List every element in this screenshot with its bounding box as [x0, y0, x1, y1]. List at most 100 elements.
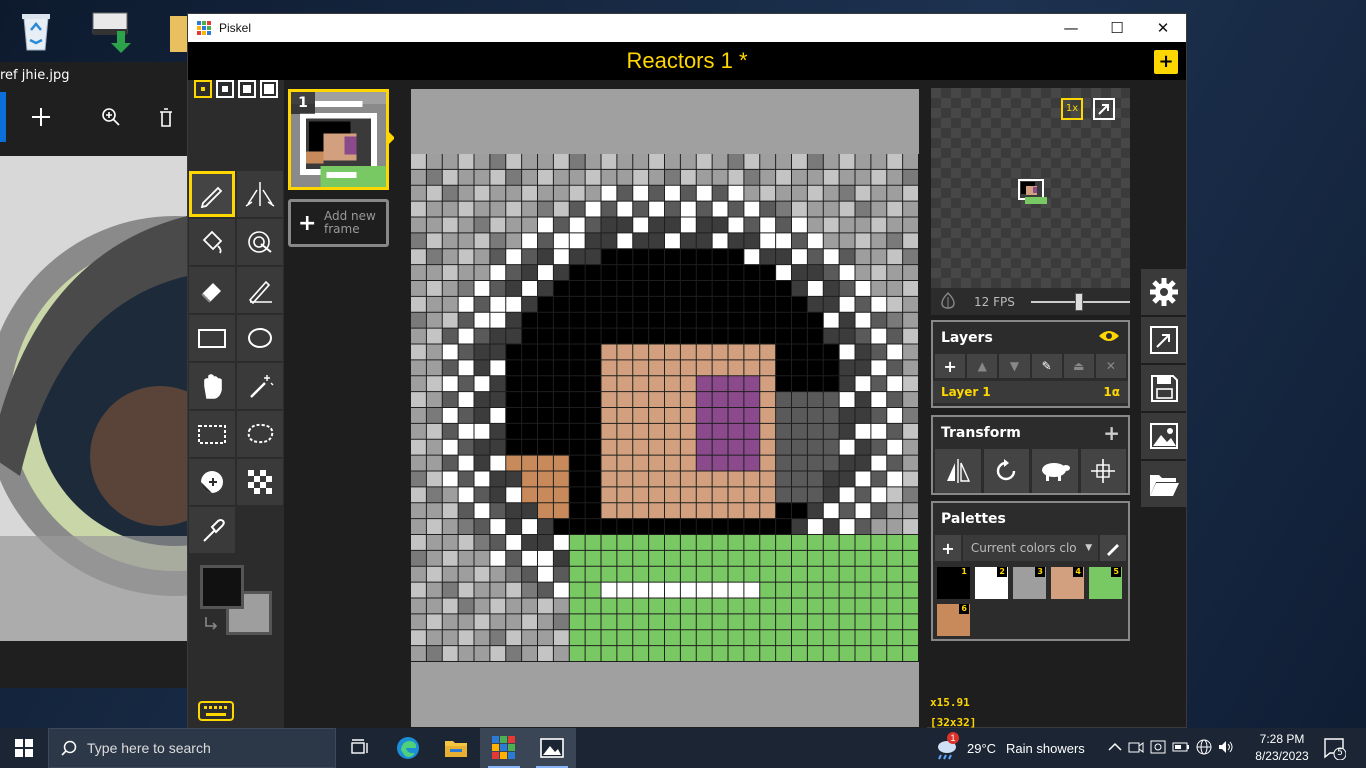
pixel[interactable] [426, 265, 442, 281]
pixel[interactable] [855, 439, 871, 455]
pixel[interactable] [760, 233, 776, 249]
pixel[interactable] [665, 249, 680, 265]
pixel[interactable] [569, 423, 585, 439]
pen-size-4[interactable] [260, 80, 278, 98]
pixel[interactable] [553, 487, 569, 503]
pixel[interactable] [712, 281, 728, 296]
pixel[interactable] [887, 328, 903, 344]
pixel[interactable] [633, 233, 649, 249]
pixel[interactable] [426, 598, 442, 614]
pixel[interactable] [839, 249, 855, 265]
pixel[interactable] [776, 296, 792, 312]
pixel[interactable] [744, 360, 760, 376]
pixel[interactable] [712, 598, 728, 614]
pixel[interactable] [903, 249, 919, 265]
pixel[interactable] [506, 249, 522, 265]
pixel[interactable] [569, 201, 585, 217]
pixel[interactable] [538, 312, 553, 328]
pixel[interactable] [887, 487, 903, 503]
pixel[interactable] [474, 566, 490, 582]
pixel[interactable] [680, 169, 696, 185]
pixel[interactable] [442, 281, 458, 296]
pixel[interactable] [649, 630, 665, 646]
pixel[interactable] [823, 296, 839, 312]
pixel[interactable] [680, 630, 696, 646]
center-align-icon[interactable] [1080, 449, 1126, 493]
pixel[interactable] [490, 392, 506, 408]
pixel[interactable] [760, 312, 776, 328]
pixel[interactable] [458, 550, 474, 566]
pixel[interactable] [617, 265, 633, 281]
pixel[interactable] [744, 566, 760, 582]
pixel[interactable] [696, 376, 712, 392]
pixel[interactable] [633, 312, 649, 328]
pixel[interactable] [887, 646, 903, 662]
pixel[interactable] [776, 582, 792, 598]
fps-slider[interactable] [1031, 293, 1130, 311]
pixel[interactable] [474, 249, 490, 265]
pixel[interactable] [426, 566, 442, 582]
pixel[interactable] [458, 423, 474, 439]
pixel[interactable] [776, 392, 792, 408]
pixel[interactable] [792, 344, 807, 360]
pen-tool-icon[interactable] [189, 171, 235, 217]
pixel[interactable] [776, 439, 792, 455]
pixel[interactable] [617, 392, 633, 408]
pixel[interactable] [855, 408, 871, 423]
pixel[interactable] [792, 392, 807, 408]
preview-original-size-button[interactable]: 1x [1061, 98, 1083, 120]
pixel[interactable] [585, 566, 601, 582]
pixel[interactable] [744, 312, 760, 328]
system-clock[interactable]: 7:28 PM 8/23/2023 [1250, 731, 1314, 765]
magic-wand-tool-icon[interactable] [237, 363, 283, 409]
pixel[interactable] [633, 423, 649, 439]
pixel[interactable] [680, 376, 696, 392]
pixel[interactable] [903, 376, 919, 392]
pixel[interactable] [665, 217, 680, 233]
pixel[interactable] [665, 566, 680, 582]
pixel[interactable] [506, 614, 522, 630]
pixel[interactable] [776, 328, 792, 344]
pixel[interactable] [474, 376, 490, 392]
pixel[interactable] [665, 535, 680, 550]
pixel[interactable] [680, 408, 696, 423]
pixel[interactable] [442, 566, 458, 582]
pixel[interactable] [728, 646, 744, 662]
pixel[interactable] [887, 376, 903, 392]
pixel[interactable] [760, 408, 776, 423]
pixel[interactable] [712, 487, 728, 503]
pixel[interactable] [871, 614, 887, 630]
mirror-pen-tool-icon[interactable] [237, 171, 283, 217]
pixel[interactable] [538, 535, 553, 550]
pixel[interactable] [855, 519, 871, 535]
pixel[interactable] [569, 519, 585, 535]
pixel[interactable] [728, 503, 744, 519]
pixel[interactable] [458, 392, 474, 408]
pixel[interactable] [665, 185, 680, 201]
pixel[interactable] [776, 614, 792, 630]
pixel[interactable] [553, 582, 569, 598]
pixel[interactable] [569, 392, 585, 408]
pixel[interactable] [696, 408, 712, 423]
pixel[interactable] [426, 154, 442, 169]
popup-preview-icon[interactable] [1093, 98, 1115, 120]
pixel[interactable] [680, 439, 696, 455]
pixel[interactable] [665, 439, 680, 455]
pixel[interactable] [665, 360, 680, 376]
pixel[interactable] [442, 376, 458, 392]
pixel[interactable] [633, 439, 649, 455]
pixel[interactable] [887, 439, 903, 455]
pixel[interactable] [903, 328, 919, 344]
pixel[interactable] [792, 519, 807, 535]
pixel[interactable] [458, 408, 474, 423]
pixel[interactable] [522, 582, 538, 598]
pixel[interactable] [823, 265, 839, 281]
eraser-tool-icon[interactable] [189, 267, 235, 313]
pixel[interactable] [712, 185, 728, 201]
pixel[interactable] [887, 550, 903, 566]
pixel[interactable] [871, 296, 887, 312]
pixel[interactable] [553, 614, 569, 630]
pixel[interactable] [887, 630, 903, 646]
pixel[interactable] [601, 598, 617, 614]
pixel[interactable] [411, 217, 426, 233]
